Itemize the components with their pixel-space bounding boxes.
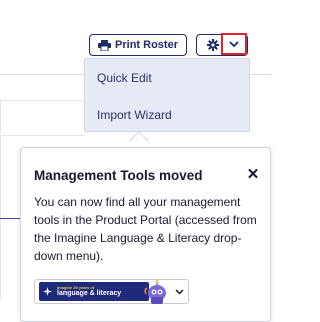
logo-product-name: language & literacy [57, 290, 122, 297]
printer-icon [98, 39, 112, 51]
chevron-down-icon [229, 40, 239, 47]
print-roster-button[interactable]: Print Roster [89, 34, 187, 56]
imagine-language-literacy-logo: imagine 20 years of language & literacy [39, 282, 149, 301]
menu-item-import-wizard[interactable]: Import Wizard [85, 96, 249, 133]
background-panel [0, 100, 84, 136]
close-icon[interactable]: ✕ [244, 165, 262, 183]
settings-dropdown-menu: Quick Edit Import Wizard [84, 58, 250, 132]
sparkle-icon [43, 287, 52, 296]
robot-mascot-icon [144, 280, 166, 304]
background-accent-line [0, 218, 22, 219]
popover-message: You can now find all your management too… [34, 195, 257, 263]
print-roster-label: Print Roster [115, 39, 178, 51]
settings-dropdown-toggle[interactable] [221, 33, 247, 55]
product-selector-dropdown[interactable]: imagine 20 years of language & literacy [34, 279, 189, 304]
menu-item-quick-edit[interactable]: Quick Edit [85, 59, 249, 96]
chevron-down-icon [175, 289, 184, 295]
management-tools-popover: Management Tools moved ✕ You can now fin… [20, 147, 271, 322]
gear-icon [207, 39, 219, 51]
popover-title: Management Tools moved [34, 168, 203, 183]
